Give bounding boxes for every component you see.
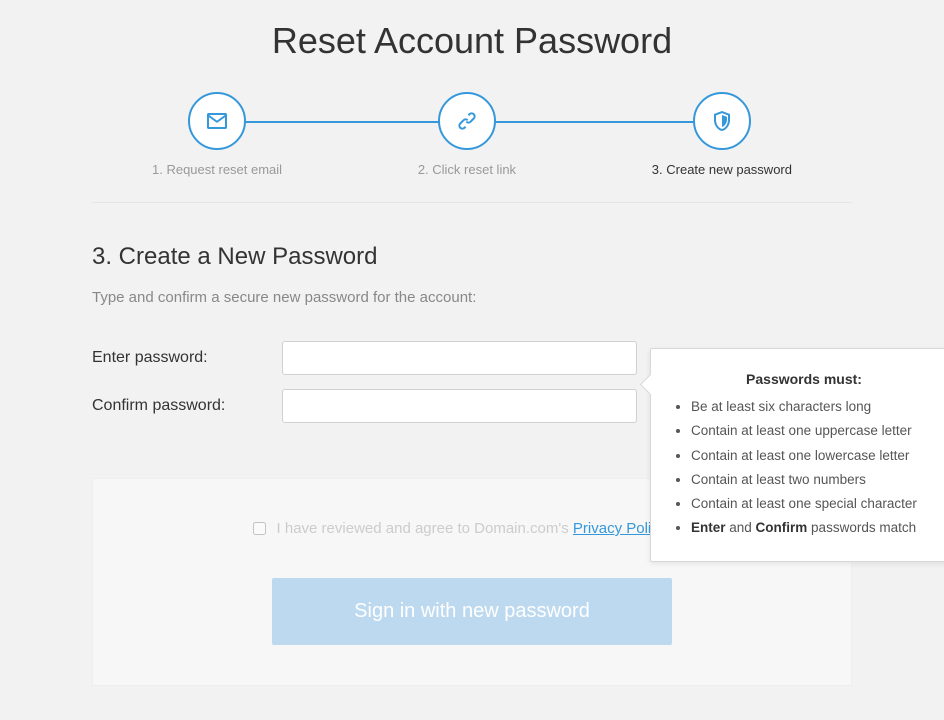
progress-stepper: 1. Request reset email 2. Click reset li… <box>92 92 852 177</box>
rule-item: Contain at least one lowercase letter <box>691 446 935 466</box>
password-rules-tooltip: Passwords must: Be at least six characte… <box>650 348 944 562</box>
divider <box>92 202 852 203</box>
link-icon <box>438 92 496 150</box>
rule-strong: Confirm <box>756 520 808 535</box>
rule-item: Contain at least one special character <box>691 494 935 514</box>
agreement-text: I have reviewed and agree to Domain.com'… <box>277 520 696 537</box>
shield-icon <box>693 92 751 150</box>
rule-item-match: Enter and Confirm passwords match <box>691 518 935 538</box>
step-create-password: 3. Create new password <box>652 92 792 177</box>
rule-text: and <box>726 520 756 535</box>
step-label: 1. Request reset email <box>152 162 282 177</box>
envelope-icon <box>188 92 246 150</box>
section-heading: 3. Create a New Password <box>92 243 852 271</box>
agreement-checkbox[interactable] <box>253 522 266 535</box>
page-title: Reset Account Password <box>92 20 852 62</box>
step-click-link: 2. Click reset link <box>418 92 516 177</box>
section-instruction: Type and confirm a secure new password f… <box>92 289 852 306</box>
enter-password-label: Enter password: <box>92 349 282 367</box>
step-label: 2. Click reset link <box>418 162 516 177</box>
confirm-password-label: Confirm password: <box>92 397 282 415</box>
tooltip-title: Passwords must: <box>673 371 935 387</box>
rule-text: passwords match <box>807 520 916 535</box>
enter-password-input[interactable] <box>282 341 637 375</box>
agreement-pre-text: I have reviewed and agree to Domain.com'… <box>277 520 573 537</box>
reset-password-page: Reset Account Password 1. Request reset … <box>92 0 852 686</box>
rule-item: Be at least six characters long <box>691 397 935 417</box>
rule-item: Contain at least one uppercase letter <box>691 421 935 441</box>
step-label: 3. Create new password <box>652 162 792 177</box>
sign-in-button[interactable]: Sign in with new password <box>272 578 672 645</box>
rule-strong: Enter <box>691 520 726 535</box>
confirm-password-input[interactable] <box>282 389 637 423</box>
rule-item: Contain at least two numbers <box>691 470 935 490</box>
tooltip-rules-list: Be at least six characters long Contain … <box>673 397 935 539</box>
step-request-email: 1. Request reset email <box>152 92 282 177</box>
